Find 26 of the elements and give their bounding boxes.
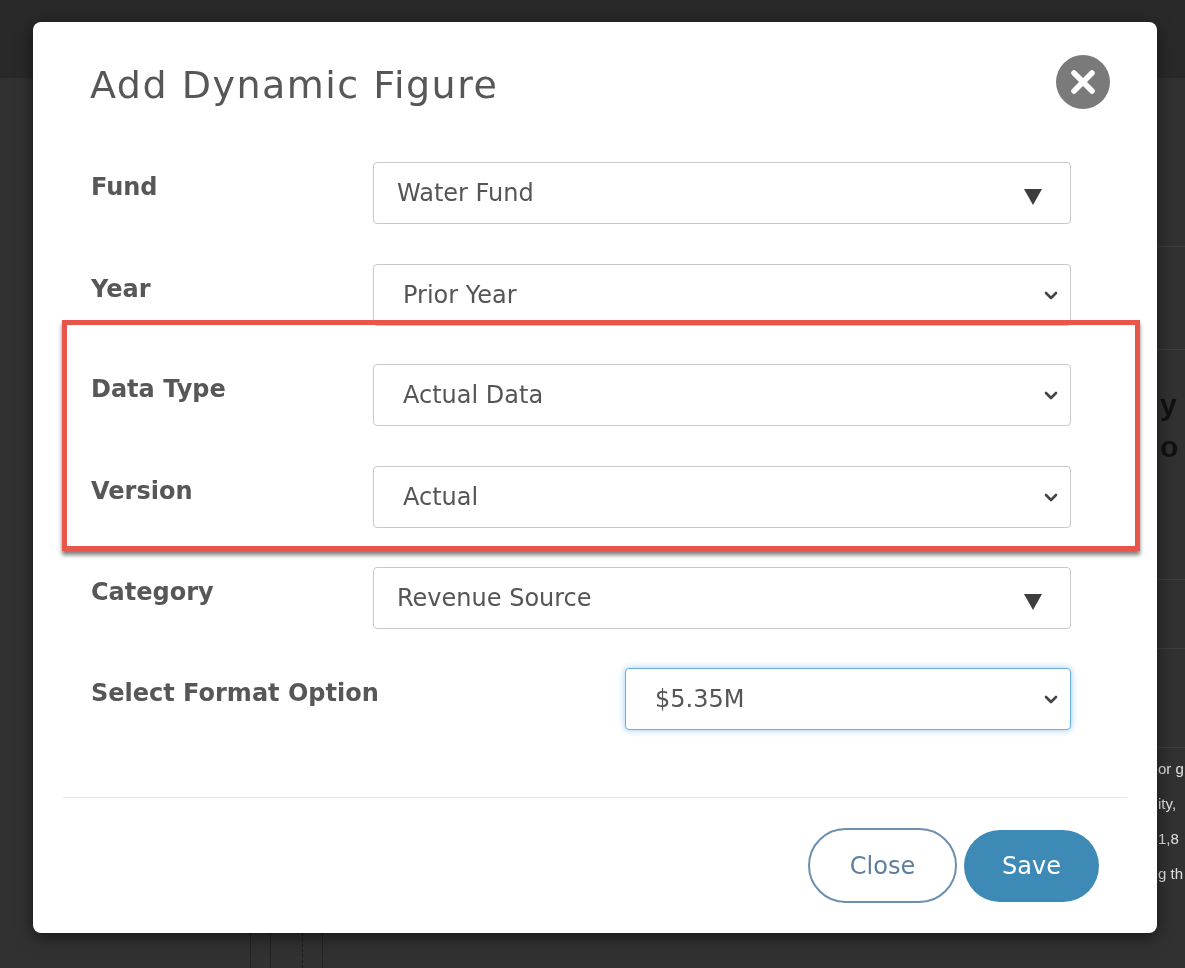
- save-button[interactable]: Save: [964, 829, 1099, 902]
- field-label: Data Type: [91, 374, 227, 401]
- field-label: Select Format Option: [91, 678, 380, 705]
- chevron-down-icon: [1044, 694, 1058, 704]
- dialog-title: Add Dynamic Figure: [90, 66, 499, 104]
- field-label: Year: [91, 274, 152, 301]
- page-body-text: or g: [1157, 759, 1185, 779]
- close-icon: [1056, 55, 1110, 109]
- close-button[interactable]: Close: [808, 828, 957, 903]
- combo-box[interactable]: Water Fund: [373, 162, 1071, 224]
- close-button[interactable]: [1056, 55, 1110, 109]
- combo-box[interactable]: Revenue Source: [373, 567, 1071, 629]
- field-label: Category: [91, 577, 215, 604]
- page-body-text: 1,8: [1157, 829, 1180, 849]
- field-label: Fund: [91, 172, 159, 199]
- select-field[interactable]: Actual: [373, 466, 1071, 528]
- caret-down-icon: [1024, 594, 1042, 610]
- select-field[interactable]: $5.35M: [625, 668, 1071, 730]
- page-body-text: g th: [1157, 864, 1185, 884]
- chevron-down-icon: [1044, 290, 1058, 300]
- chevron-down-icon: [1044, 492, 1058, 502]
- select-field[interactable]: Actual Data: [373, 364, 1071, 426]
- caret-down-icon: [1024, 189, 1042, 205]
- chevron-down-icon: [1044, 390, 1058, 400]
- field-label: Version: [91, 476, 194, 503]
- page-body-text: ity,: [1157, 794, 1178, 814]
